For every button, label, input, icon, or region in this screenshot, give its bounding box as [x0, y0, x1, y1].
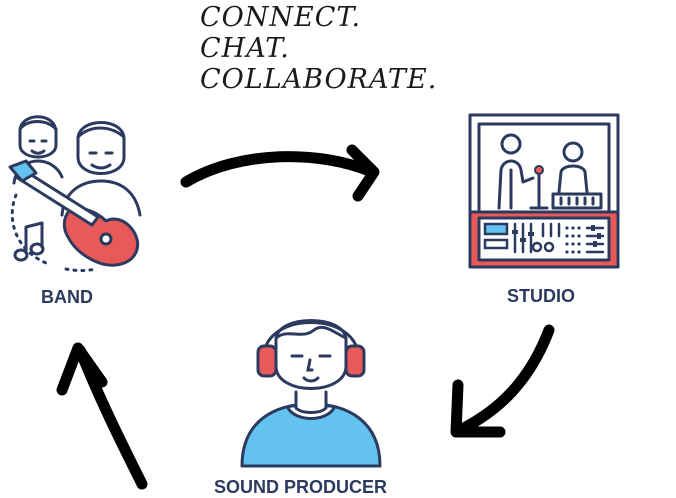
studio-label: STUDIO: [507, 286, 576, 306]
band-label: BAND: [41, 287, 93, 307]
arrow-band-to-studio: [180, 151, 378, 188]
headphones-producer-icon: [240, 319, 382, 468]
arrow-studio-to-producer: [454, 324, 555, 436]
band-guitar-icon: [8, 115, 142, 272]
studio-recording-icon: [468, 113, 620, 269]
